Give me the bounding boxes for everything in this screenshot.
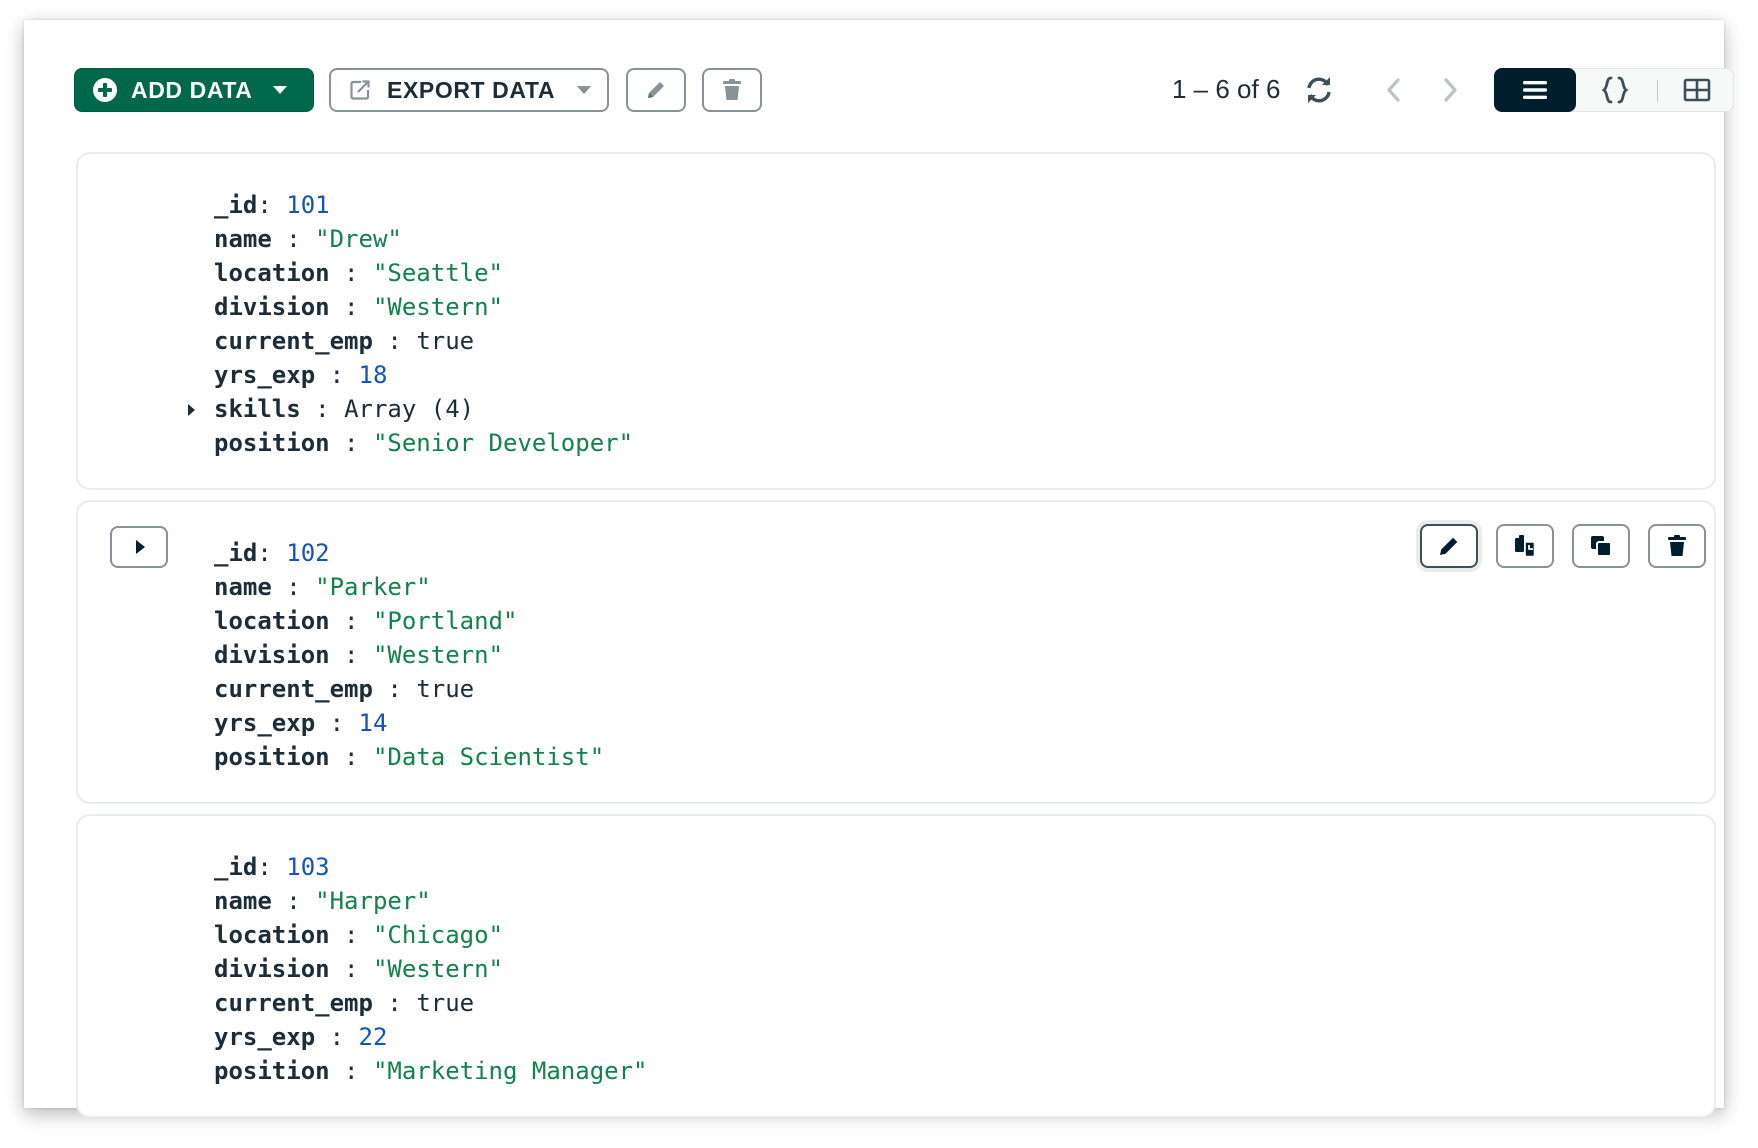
field-value[interactable]: 22 (359, 1023, 388, 1051)
field-value[interactable]: "Data Scientist" (373, 743, 604, 771)
field-row: division : "Western" (214, 955, 503, 983)
field-row: position : "Data Scientist" (214, 743, 605, 771)
pencil-icon (1440, 537, 1458, 555)
clone-document-button[interactable] (1572, 524, 1630, 568)
field-row: yrs_exp : 22 (214, 1023, 388, 1051)
field-value[interactable]: "Marketing Manager" (373, 1057, 648, 1085)
table-view-icon (1683, 78, 1711, 102)
list-view-button[interactable] (1494, 68, 1576, 112)
document-fields: _id: 103 name : "Harper" location : "Chi… (214, 850, 648, 1088)
caret-down-icon (577, 86, 592, 94)
field-value[interactable]: "Parker" (315, 573, 431, 601)
delete-document-button[interactable] (1648, 524, 1706, 568)
bulk-edit-button[interactable] (626, 68, 686, 112)
copy-document-button[interactable] (1496, 524, 1554, 568)
edit-document-button[interactable] (1420, 524, 1478, 568)
field-value[interactable]: "Portland" (373, 607, 518, 635)
field-value[interactable]: 102 (286, 539, 329, 567)
field-value[interactable]: "Western" (373, 641, 503, 669)
pencil-icon (648, 82, 664, 98)
export-data-button[interactable]: EXPORT DATA (329, 68, 609, 112)
field-row: division : "Western" (214, 641, 503, 669)
field-value[interactable]: "Seattle" (373, 259, 503, 287)
field-value[interactable]: true (416, 989, 474, 1017)
document-fields: _id: 101 name : "Drew" location : "Seatt… (188, 188, 634, 460)
export-icon (350, 80, 370, 100)
field-row: position : "Senior Developer" (214, 429, 634, 457)
chevron-left-icon (1387, 78, 1400, 102)
refresh-button[interactable] (1304, 75, 1334, 109)
expand-document-button[interactable] (110, 526, 168, 568)
field-row: _id: 102 (214, 539, 330, 567)
field-value[interactable]: Array (4) (344, 395, 474, 423)
field-value[interactable]: 103 (286, 853, 329, 881)
field-value[interactable]: "Chicago" (373, 921, 503, 949)
next-page-button[interactable] (1438, 76, 1462, 108)
bulk-delete-button[interactable] (702, 68, 762, 112)
trash-icon (723, 79, 741, 100)
document-list-panel: ADD DATA EXPORT DATA 1 – 6 of 6 _id: 101… (24, 20, 1734, 1118)
document-fields: _id: 102 name : "Parker" location : "Por… (214, 536, 604, 774)
field-value[interactable]: "Drew" (315, 225, 402, 253)
toolbar: ADD DATA EXPORT DATA 1 – 6 of 6 (74, 68, 1734, 114)
field-row: location : "Portland" (214, 607, 518, 635)
field-row: name : "Parker" (214, 573, 431, 601)
clone-icon (1591, 536, 1612, 557)
plus-circle-icon (93, 78, 117, 102)
document-card[interactable]: _id: 103 name : "Harper" location : "Chi… (76, 814, 1716, 1118)
field-row: yrs_exp : 14 (214, 709, 388, 737)
chevron-right-icon (1444, 78, 1457, 102)
field-value[interactable]: "Western" (373, 293, 503, 321)
field-row: yrs_exp : 18 (214, 361, 388, 389)
export-data-label: EXPORT DATA (387, 76, 556, 103)
field-row: current_emp : true (214, 989, 475, 1017)
list-view-icon (1523, 81, 1547, 99)
field-row: position : "Marketing Manager" (214, 1057, 648, 1085)
field-row: _id: 101 (214, 191, 330, 219)
field-value[interactable]: 101 (286, 191, 329, 219)
field-row: _id: 103 (214, 853, 330, 881)
view-toggle-divider (1657, 80, 1658, 102)
field-row: location : "Seattle" (214, 259, 503, 287)
field-row: current_emp : true (214, 675, 475, 703)
field-value[interactable]: "Western" (373, 955, 503, 983)
pagination-text: 1 – 6 of 6 (1172, 74, 1281, 104)
field-row: division : "Western" (214, 293, 503, 321)
caret-right-icon[interactable] (188, 404, 195, 416)
view-toggle (1494, 68, 1734, 112)
field-row: skills : Array (4) (188, 392, 633, 426)
field-value[interactable]: true (416, 675, 474, 703)
json-view-button[interactable] (1580, 69, 1650, 111)
field-value[interactable]: "Harper" (315, 887, 431, 915)
copy-icon (1515, 535, 1536, 558)
table-view-button[interactable] (1661, 69, 1733, 111)
caret-down-icon (272, 86, 287, 94)
add-data-label: ADD DATA (131, 76, 253, 103)
caret-right-icon (136, 540, 145, 554)
field-row: name : "Drew" (214, 225, 402, 253)
add-data-button[interactable]: ADD DATA (74, 68, 314, 112)
previous-page-button[interactable] (1382, 76, 1406, 108)
field-value[interactable]: 18 (359, 361, 388, 389)
json-view-icon (1601, 76, 1629, 104)
field-value[interactable]: 14 (359, 709, 388, 737)
refresh-icon (1307, 77, 1331, 103)
trash-icon (1668, 535, 1686, 556)
document-card[interactable]: _id: 102 name : "Parker" location : "Por… (76, 500, 1716, 804)
field-row: current_emp : true (214, 327, 475, 355)
field-row: location : "Chicago" (214, 921, 503, 949)
field-row: name : "Harper" (214, 887, 431, 915)
field-value[interactable]: true (416, 327, 474, 355)
field-value[interactable]: "Senior Developer" (373, 429, 633, 457)
document-actions (1420, 524, 1706, 568)
document-card[interactable]: _id: 101 name : "Drew" location : "Seatt… (76, 152, 1716, 490)
